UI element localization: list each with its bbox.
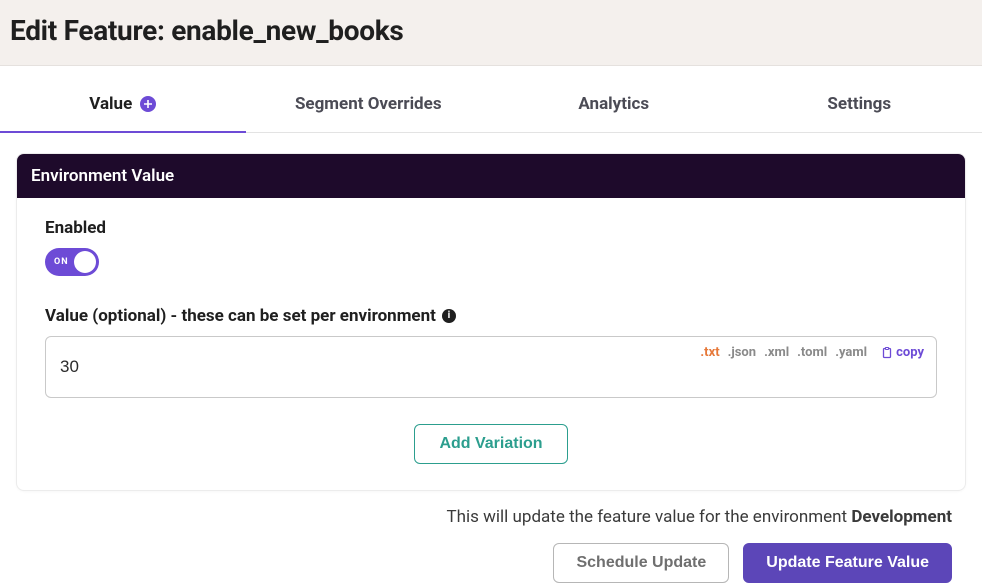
enabled-toggle[interactable]: ON — [45, 248, 99, 276]
format-txt[interactable]: .txt — [700, 345, 719, 360]
format-row: .txt .json .xml .toml .yaml copy — [700, 345, 924, 360]
footer-text-prefix: This will update the feature value for t… — [447, 507, 852, 527]
tab-analytics-label: Analytics — [578, 94, 649, 114]
format-json[interactable]: .json — [728, 345, 756, 360]
tab-value-badge-icon — [140, 96, 156, 112]
toggle-knob — [74, 251, 96, 273]
tab-analytics[interactable]: Analytics — [491, 76, 737, 132]
toggle-on-text: ON — [54, 257, 69, 267]
tab-segment-overrides[interactable]: Segment Overrides — [246, 76, 492, 132]
page-header: Edit Feature: enable_new_books — [0, 0, 982, 66]
format-xml[interactable]: .xml — [764, 345, 789, 360]
card-header: Environment Value — [17, 154, 965, 198]
copy-button[interactable]: copy — [881, 345, 924, 360]
add-variation-button[interactable]: Add Variation — [414, 424, 567, 464]
format-toml[interactable]: .toml — [797, 345, 827, 360]
tab-segment-overrides-label: Segment Overrides — [295, 94, 442, 114]
action-row: Schedule Update Update Feature Value — [30, 543, 952, 583]
enabled-label: Enabled — [45, 218, 937, 238]
format-yaml[interactable]: .yaml — [835, 345, 867, 360]
add-variation-row: Add Variation — [45, 424, 937, 464]
info-icon[interactable]: i — [442, 309, 456, 323]
tab-settings[interactable]: Settings — [737, 76, 982, 132]
tab-value[interactable]: Value — [0, 76, 246, 132]
tabs-bar: Value Segment Overrides Analytics Settin… — [0, 76, 982, 133]
value-label: Value (optional) - these can be set per … — [45, 306, 436, 326]
copy-label: copy — [896, 345, 924, 360]
value-label-row: Value (optional) - these can be set per … — [45, 306, 937, 326]
tab-settings-label: Settings — [827, 94, 891, 114]
card-body: Enabled ON Value (optional) - these can … — [17, 198, 965, 490]
value-input-container: .txt .json .xml .toml .yaml copy — [45, 336, 937, 398]
schedule-update-button[interactable]: Schedule Update — [553, 543, 729, 583]
clipboard-icon — [881, 347, 893, 359]
value-input[interactable] — [60, 357, 577, 377]
tab-value-label: Value — [89, 94, 132, 114]
environment-value-card: Environment Value Enabled ON Value (opti… — [16, 153, 966, 491]
footer-text: This will update the feature value for t… — [30, 507, 952, 527]
footer-environment: Development — [851, 507, 952, 527]
footer: This will update the feature value for t… — [0, 503, 982, 583]
update-feature-value-button[interactable]: Update Feature Value — [743, 543, 952, 583]
page-title: Edit Feature: enable_new_books — [10, 14, 972, 47]
